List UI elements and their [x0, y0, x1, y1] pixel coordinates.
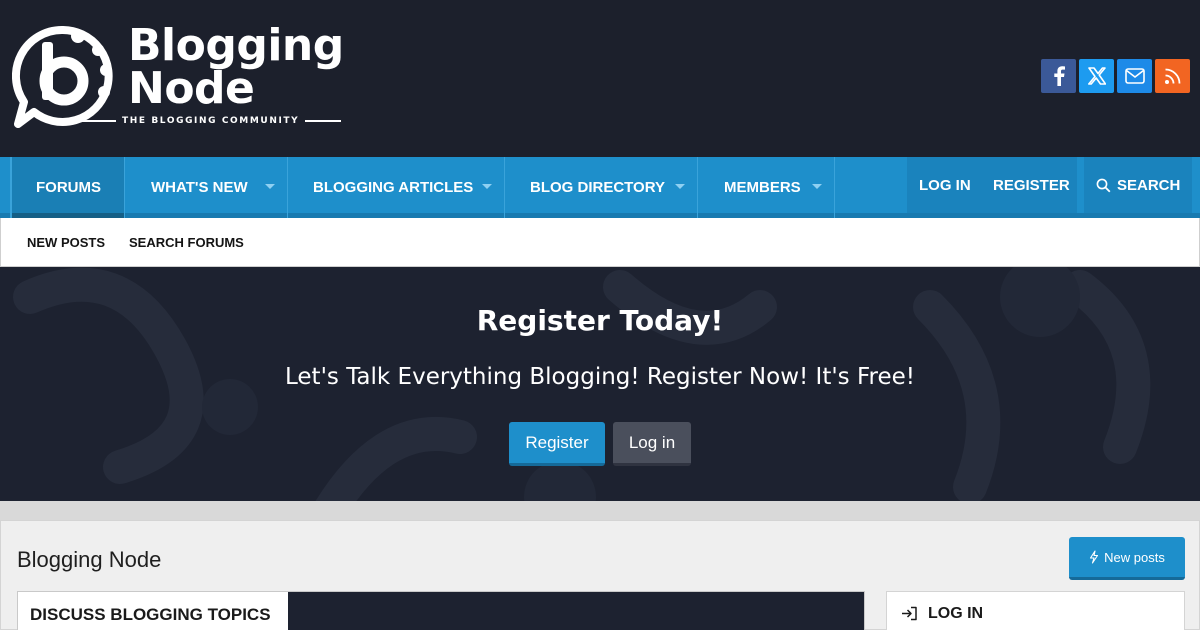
nav-whats-new[interactable]: WHAT'S NEW	[125, 157, 288, 218]
nav-members-label: MEMBERS	[724, 179, 801, 196]
main-content: Blogging Node New posts DISCUSS BLOGGING…	[0, 520, 1200, 630]
facebook-icon	[1053, 66, 1065, 86]
nav-forums-label: FORUMS	[36, 179, 101, 196]
chevron-down-icon[interactable]	[265, 184, 275, 189]
nav-blogging-articles[interactable]: BLOGGING ARTICLES	[288, 157, 505, 218]
subnav-new-posts[interactable]: NEW POSTS	[27, 235, 105, 250]
rss-icon	[1164, 68, 1180, 84]
subnav-search-forums[interactable]: SEARCH FORUMS	[129, 235, 244, 250]
discuss-blogging-topics-tab[interactable]: DISCUSS BLOGGING TOPICS	[18, 592, 288, 630]
tagline-text: THE BLOGGING COMMUNITY	[122, 116, 300, 126]
chevron-down-icon[interactable]	[482, 184, 492, 189]
new-posts-button[interactable]: New posts	[1069, 537, 1185, 580]
x-twitter-button[interactable]	[1079, 59, 1114, 93]
register-banner: Register Today! Let's Talk Everything Bl…	[0, 267, 1200, 501]
facebook-button[interactable]	[1041, 59, 1076, 93]
logo-line-2: Node	[128, 63, 255, 114]
x-icon	[1087, 67, 1106, 85]
sign-in-icon	[902, 606, 917, 621]
new-posts-label: New posts	[1104, 549, 1165, 565]
sidebar-login-label: LOG IN	[928, 604, 984, 622]
site-logo[interactable]: Blogging Node THE BLOGGING COMMUNITY	[12, 24, 362, 134]
chevron-down-icon[interactable]	[812, 184, 822, 189]
nav-blogging-articles-label: BLOGGING ARTICLES	[313, 179, 474, 196]
logo-line-1: Blogging	[128, 20, 344, 71]
nav-blog-directory-label: BLOG DIRECTORY	[530, 179, 666, 196]
banner-subtitle: Let's Talk Everything Blogging! Register…	[285, 364, 915, 390]
nav-search-label: SEARCH	[1117, 176, 1181, 194]
social-links	[1041, 59, 1190, 93]
site-header: Blogging Node THE BLOGGING COMMUNITY	[0, 0, 1200, 157]
logo-wordmark: Blogging Node	[128, 20, 344, 114]
nav-search-button[interactable]: SEARCH	[1084, 157, 1192, 213]
nav-account-group: LOG IN REGISTER	[907, 157, 1077, 213]
nav-whats-new-label: WHAT'S NEW	[151, 179, 248, 196]
nav-members[interactable]: MEMBERS	[698, 157, 835, 218]
tagline-rule-left	[80, 120, 116, 122]
banner-title: Register Today!	[476, 304, 724, 337]
search-icon	[1096, 178, 1111, 192]
forum-section-header: DISCUSS BLOGGING TOPICS	[17, 591, 865, 630]
nav-forums[interactable]: FORUMS	[10, 157, 125, 218]
logo-mark-icon	[12, 26, 113, 128]
sidebar-login-block[interactable]: LOG IN	[886, 591, 1185, 630]
nav-register-link[interactable]: REGISTER	[993, 177, 1070, 194]
nav-blog-directory[interactable]: BLOG DIRECTORY	[505, 157, 698, 218]
sub-navigation: NEW POSTS SEARCH FORUMS	[0, 218, 1200, 267]
nav-login-link[interactable]: LOG IN	[919, 177, 971, 194]
register-button[interactable]: Register	[509, 422, 605, 466]
page-title: Blogging Node	[17, 547, 162, 572]
rss-button[interactable]	[1155, 59, 1190, 93]
email-button[interactable]	[1117, 59, 1152, 93]
logo-tagline: THE BLOGGING COMMUNITY	[80, 116, 342, 126]
chevron-down-icon[interactable]	[675, 184, 685, 189]
tagline-rule-right	[305, 120, 342, 122]
login-button[interactable]: Log in	[613, 422, 691, 466]
bolt-icon	[1090, 550, 1099, 564]
envelope-icon	[1124, 68, 1145, 84]
main-navigation: FORUMS WHAT'S NEW BLOGGING ARTICLES BLOG…	[0, 157, 1200, 218]
